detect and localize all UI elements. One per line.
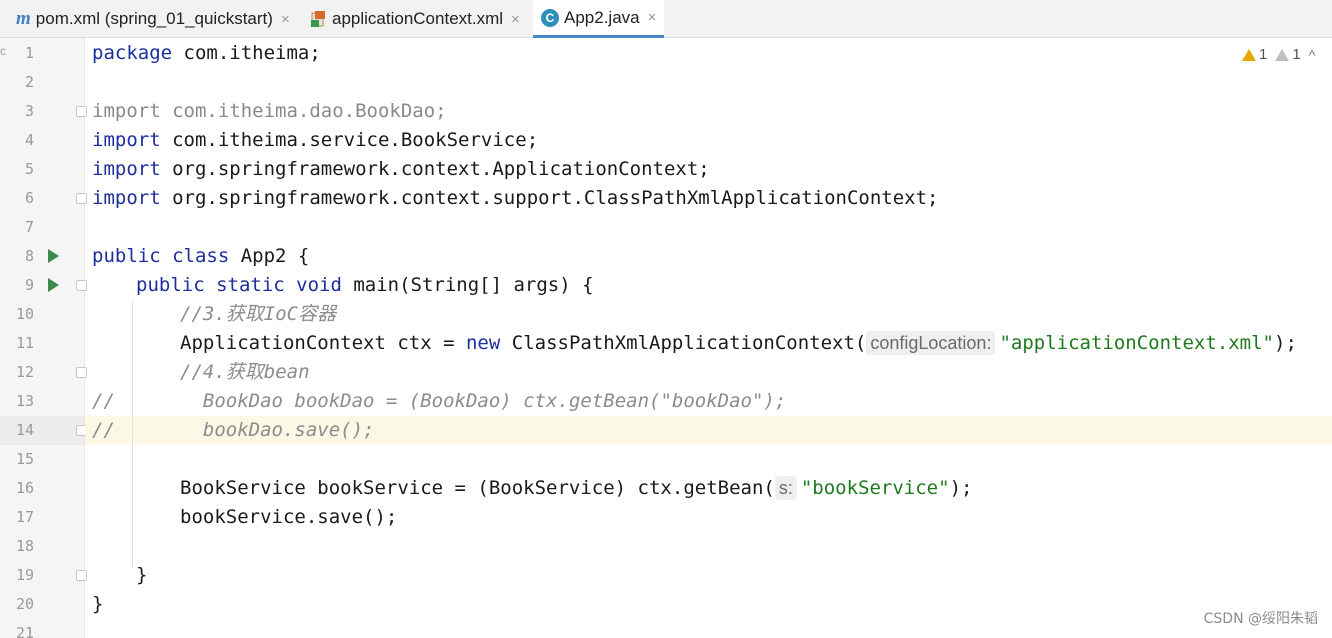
warnings-count: 1 bbox=[1259, 46, 1268, 63]
line-number: 14 bbox=[15, 421, 34, 439]
tab-pom-xml[interactable]: m pom.xml (spring_01_quickstart) × bbox=[16, 0, 290, 38]
fold-icon[interactable] bbox=[76, 106, 87, 117]
line-number: 8 bbox=[24, 247, 34, 265]
fold-icon[interactable] bbox=[76, 193, 87, 204]
java-class-icon: C bbox=[541, 8, 559, 27]
line-number: 17 bbox=[15, 508, 34, 526]
code-line-5[interactable]: import org.springframework.context.Appli… bbox=[92, 155, 710, 184]
warning-icon bbox=[1242, 48, 1256, 61]
line-number: 9 bbox=[24, 276, 34, 294]
line-number: 15 bbox=[15, 450, 34, 468]
weak-warnings-count: 1 bbox=[1292, 46, 1301, 63]
parameter-hint: s: bbox=[774, 476, 797, 500]
code-line-13[interactable]: //BookDao bookDao = (BookDao) ctx.getBea… bbox=[92, 387, 786, 416]
editor-tab-bar: m pom.xml (spring_01_quickstart) × appli… bbox=[0, 0, 1332, 38]
code-line-19[interactable]: } bbox=[136, 561, 147, 590]
close-icon[interactable]: × bbox=[281, 11, 290, 28]
line-number: 19 bbox=[15, 566, 34, 584]
line-number: 3 bbox=[24, 102, 34, 120]
line-number: 5 bbox=[24, 160, 34, 178]
fold-marker: c bbox=[0, 44, 6, 58]
chevron-up-icon[interactable]: ^ bbox=[1309, 47, 1316, 63]
line-number: 10 bbox=[15, 305, 34, 323]
line-number: 11 bbox=[15, 334, 34, 352]
code-line-10[interactable]: //3.获取IoC容器 bbox=[180, 300, 336, 329]
code-line-17[interactable]: bookService.save(); bbox=[180, 503, 397, 532]
parameter-hint: configLocation: bbox=[866, 331, 996, 355]
inspections-widget[interactable]: 1 1 ^ bbox=[1242, 46, 1323, 63]
fold-icon[interactable] bbox=[76, 280, 87, 291]
line-number: 2 bbox=[24, 73, 34, 91]
line-number: 12 bbox=[15, 363, 34, 381]
code-line-3[interactable]: import com.itheima.dao.BookDao; bbox=[92, 97, 447, 126]
maven-m-icon: m bbox=[16, 8, 31, 29]
line-number: 1 bbox=[24, 44, 34, 62]
tab-label: applicationContext.xml bbox=[332, 9, 504, 28]
line-number: 4 bbox=[24, 131, 34, 149]
code-line-1[interactable]: package com.itheima; bbox=[92, 39, 321, 68]
tab-label: pom.xml (spring_01_quickstart) bbox=[35, 9, 273, 28]
line-number: 20 bbox=[15, 595, 34, 613]
tab-application-context-xml[interactable]: applicationContext.xml × bbox=[310, 0, 520, 38]
run-class-icon[interactable] bbox=[48, 249, 59, 263]
close-icon[interactable]: × bbox=[648, 9, 657, 26]
code-line-8[interactable]: public class App2 { bbox=[92, 242, 309, 271]
fold-icon[interactable] bbox=[76, 570, 87, 581]
tab-app2-java[interactable]: C App2.java × bbox=[533, 0, 665, 38]
close-icon[interactable]: × bbox=[511, 11, 520, 28]
code-line-14[interactable]: //bookDao.save(); bbox=[92, 416, 374, 445]
line-number: 13 bbox=[15, 392, 34, 410]
code-line-20[interactable]: } bbox=[92, 590, 103, 619]
line-number: 16 bbox=[15, 479, 34, 497]
weak-warning-icon bbox=[1275, 48, 1290, 61]
gutter-divider bbox=[84, 38, 85, 638]
line-number: 18 bbox=[15, 537, 34, 555]
line-number: 7 bbox=[24, 218, 34, 236]
line-number: 21 bbox=[15, 624, 34, 638]
line-number: 6 bbox=[24, 189, 34, 207]
xml-file-icon bbox=[310, 10, 327, 28]
code-line-12[interactable]: //4.获取bean bbox=[180, 358, 310, 387]
code-line-6[interactable]: import org.springframework.context.suppo… bbox=[92, 184, 939, 213]
code-line-16[interactable]: BookService bookService = (BookService) … bbox=[180, 474, 972, 503]
run-main-icon[interactable] bbox=[48, 278, 59, 292]
watermark: CSDN @绥阳朱韬 bbox=[1203, 611, 1318, 627]
fold-icon[interactable] bbox=[76, 367, 87, 378]
code-line-4[interactable]: import com.itheima.service.BookService; bbox=[92, 126, 538, 155]
code-line-11[interactable]: ApplicationContext ctx = new ClassPathXm… bbox=[180, 329, 1297, 358]
tab-label: App2.java bbox=[564, 7, 640, 27]
code-line-9[interactable]: public static void main(String[] args) { bbox=[136, 271, 594, 300]
